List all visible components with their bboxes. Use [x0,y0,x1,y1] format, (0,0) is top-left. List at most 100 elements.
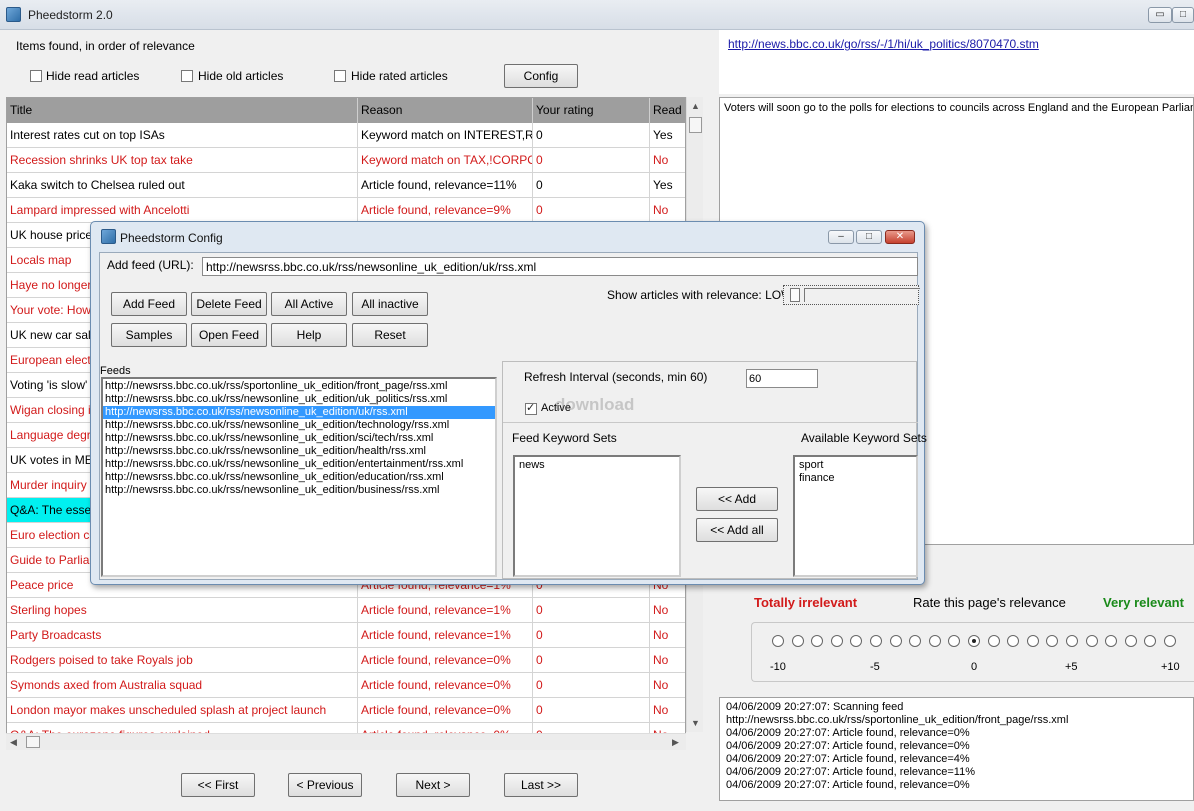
hide-read-label: Hide read articles [46,69,140,83]
feed-list-item[interactable]: http://newsrss.bbc.co.uk/rss/newsonline_… [103,406,495,419]
table-row[interactable]: Lampard impressed with Ancelotti Article … [7,198,685,223]
rating-radio[interactable] [850,635,863,647]
table-row[interactable]: Recession shrinks UK top tax take Keyword… [7,148,685,173]
rating-radio[interactable] [1105,635,1118,647]
available-keyword-sets-list[interactable]: sport finance [793,455,918,577]
rating-radio[interactable] [1026,635,1039,647]
article-url-link[interactable]: http://news.bbc.co.uk/go/rss/-/1/hi/uk_p… [728,37,1039,51]
delete-feed-button[interactable]: Delete Feed [191,292,267,316]
column-read[interactable]: Read [650,98,685,123]
dialog-close-icon[interactable]: ✕ [885,230,915,244]
feed-list-item[interactable]: http://newsrss.bbc.co.uk/rss/newsonline_… [103,458,495,471]
add-feed-input[interactable] [202,257,918,276]
feeds-list[interactable]: http://newsrss.bbc.co.uk/rss/sportonline… [101,377,497,577]
hscroll-thumb[interactable] [26,736,40,748]
keyword-set-item[interactable]: news [517,459,677,472]
rating-radio[interactable] [870,635,882,647]
table-row[interactable]: Rodgers poised to take Royals job Article… [7,648,685,673]
refresh-interval-input[interactable] [746,369,818,388]
feed-list-item[interactable]: http://newsrss.bbc.co.uk/rss/newsonline_… [103,419,495,432]
all-inactive-button[interactable]: All inactive [352,292,428,316]
feed-list-item[interactable]: http://newsrss.bbc.co.uk/rss/newsonline_… [103,393,495,406]
cell-rating: 0 [533,623,650,648]
hide-rated-checkbox[interactable] [334,70,346,82]
column-reason[interactable]: Reason [358,98,533,123]
rating-radio[interactable] [772,635,784,647]
rating-radio[interactable] [1164,635,1176,647]
rating-radio[interactable] [987,635,1000,647]
rating-radio[interactable] [1007,635,1020,647]
feed-keyword-sets-label: Feed Keyword Sets [512,431,617,445]
rating-group: -10 -5 0 +5 +10 [751,622,1194,682]
reset-button[interactable]: Reset [352,323,428,347]
cell-reason: Article found, relevance=9% [358,198,533,223]
scroll-left-icon[interactable]: ◀ [10,737,17,748]
feed-list-item[interactable]: http://newsrss.bbc.co.uk/rss/newsonline_… [103,432,495,445]
scroll-down-icon[interactable]: ▼ [691,718,700,728]
help-button[interactable]: Help [271,323,347,347]
samples-button[interactable]: Samples [111,323,187,347]
scroll-thumb[interactable] [689,117,702,133]
table-row[interactable]: Party Broadcasts Article found, relevance… [7,623,685,648]
column-title[interactable]: Title [7,98,358,123]
rating-radio[interactable] [1144,635,1157,647]
first-page-button[interactable]: << First [181,773,255,797]
feed-list-item[interactable]: http://newsrss.bbc.co.uk/rss/newsonline_… [103,471,495,484]
maximize-icon[interactable]: □ [1172,7,1194,23]
previous-page-button[interactable]: < Previous [288,773,362,797]
cell-read: Yes [650,123,685,148]
table-row[interactable]: Kaka switch to Chelsea ruled out Article … [7,173,685,198]
table-row[interactable]: Sterling hopes Article found, relevance=1… [7,598,685,623]
hide-old-checkbox[interactable] [181,70,193,82]
scroll-up-icon[interactable]: ▲ [691,101,700,111]
scroll-right-icon[interactable]: ▶ [672,737,679,748]
cell-title: Symonds axed from Australia squad [7,673,358,698]
active-checkbox[interactable] [525,401,537,415]
rating-radio[interactable] [889,635,902,647]
rating-radio[interactable] [1066,635,1078,647]
rating-radio[interactable] [1085,635,1098,647]
results-heading: Items found, in order of relevance [16,39,195,53]
feed-keyword-sets-list[interactable]: news [513,455,681,577]
dialog-minimize-icon[interactable]: – [828,230,854,244]
rating-radio[interactable] [948,635,961,647]
table-row[interactable]: London mayor makes unscheduled splash at… [7,698,685,723]
relevance-slider[interactable] [783,285,920,305]
next-page-button[interactable]: Next > [396,773,470,797]
rating-radio[interactable] [791,635,804,647]
tick-plus-10: +10 [1161,661,1180,673]
feeds-items: http://newsrss.bbc.co.uk/rss/sportonline… [103,380,495,497]
dialog-maximize-icon[interactable]: □ [856,230,882,244]
config-button[interactable]: Config [504,64,578,88]
keyword-set-item[interactable]: finance [797,472,914,485]
rating-radio[interactable] [811,635,824,647]
rating-radio[interactable] [909,635,922,647]
log-line: 04/06/2009 20:27:07: Scanning feed [726,701,904,713]
feed-list-item[interactable]: http://newsrss.bbc.co.uk/rss/newsonline_… [103,445,495,458]
hide-read-checkbox[interactable] [30,70,42,82]
last-page-button[interactable]: Last >> [504,773,578,797]
minimize-icon[interactable]: ▭ [1148,7,1172,23]
add-feed-button[interactable]: Add Feed [111,292,187,316]
keyword-set-item[interactable]: sport [797,459,914,472]
relevance-slider-thumb[interactable] [790,288,800,302]
table-row[interactable]: Symonds axed from Australia squad Article… [7,673,685,698]
rating-radio[interactable] [968,635,980,647]
add-keyword-set-button[interactable]: << Add [696,487,778,511]
table-horizontal-scrollbar[interactable]: ◀ ▶ [6,733,686,750]
cell-reason: Article found, relevance=11% [358,173,533,198]
add-all-keyword-sets-button[interactable]: << Add all [696,518,778,542]
table-row[interactable]: Interest rates cut on top ISAs Keyword ma… [7,123,685,148]
rating-radio[interactable] [928,635,941,647]
open-feed-button[interactable]: Open Feed [191,323,267,347]
rating-radio[interactable] [830,635,843,647]
feed-list-item[interactable]: http://newsrss.bbc.co.uk/rss/newsonline_… [103,484,495,497]
window-titlebar: Pheedstorm 2.0 ▭ □ [0,0,1194,30]
url-area: http://news.bbc.co.uk/go/rss/-/1/hi/uk_p… [719,30,1194,94]
rating-radio[interactable] [1124,635,1137,647]
feed-list-item[interactable]: http://newsrss.bbc.co.uk/rss/sportonline… [103,380,495,393]
column-rating[interactable]: Your rating [533,98,650,123]
all-active-button[interactable]: All Active [271,292,347,316]
cell-read: No [650,148,685,173]
rating-radio[interactable] [1046,635,1059,647]
